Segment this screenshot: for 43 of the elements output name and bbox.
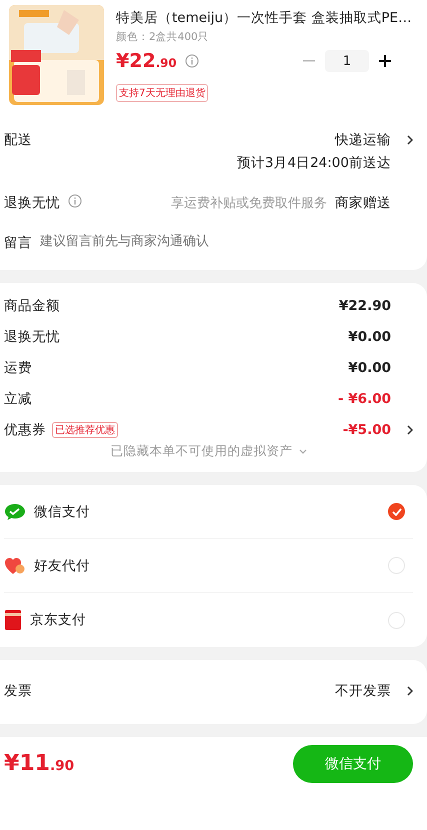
row-label: 退换无忧 (4, 328, 60, 346)
delivery-method[interactable]: 快递运输 (335, 131, 391, 149)
service-hint: 享运费补贴或免费取件服务 (171, 195, 327, 212)
message-field[interactable]: 建议留言前先与商家沟通确认 (40, 234, 405, 249)
product-price: ¥22.90 (116, 50, 177, 72)
amount-value: - ¥6.00 (338, 391, 391, 407)
checkmark-icon (392, 508, 402, 516)
delivery-estimate: 预计3月4日24:00前送达 (236, 154, 391, 172)
amount-value: ¥0.00 (348, 360, 391, 376)
payment-option[interactable]: 微信支付 (34, 502, 90, 520)
invoice-value[interactable]: 不开发票 (335, 682, 391, 700)
total-price: ¥11.90 (4, 751, 74, 776)
row-label: 留言 (4, 234, 32, 252)
plus-icon[interactable] (379, 55, 391, 67)
info-icon[interactable] (184, 54, 199, 68)
row-label: 商品金额 (4, 297, 60, 315)
amount-value: -¥5.00 (342, 422, 391, 438)
chevron-icon[interactable] (407, 425, 413, 435)
amount-value: ¥22.90 (338, 298, 391, 314)
chat-bubble-icon (4, 502, 26, 520)
amount-value: ¥0.00 (348, 329, 391, 345)
coupon-tag: 已选推荐优惠 (52, 422, 118, 438)
chevron-icon[interactable] (407, 686, 413, 696)
caret-down-icon[interactable] (298, 449, 306, 454)
quantity-field[interactable]: 1 (325, 50, 369, 72)
minus-icon[interactable] (303, 60, 315, 62)
variant-text: 颜色：2盒共400只 (116, 30, 210, 44)
row-label: 运费 (4, 359, 32, 377)
row-label: 配送 (4, 131, 32, 149)
radio-button[interactable] (388, 503, 405, 520)
payment-option[interactable]: 好友代付 (34, 556, 90, 574)
row-label: 退换无忧 (4, 194, 60, 212)
product-title: 特美居（temeiju）一次性手套 盒装抽取式PE… (116, 9, 413, 27)
row-label: 优惠券 (4, 421, 46, 439)
heart-icon (4, 556, 26, 576)
info-icon[interactable] (68, 194, 82, 208)
chevron-icon[interactable] (407, 135, 413, 145)
row-label: 立减 (4, 390, 32, 408)
return-policy-tag: 支持7天无理由退货 (116, 84, 208, 102)
row-label: 发票 (4, 682, 32, 700)
service-value: 商家赠送 (335, 194, 391, 212)
payment-option[interactable]: 京东支付 (30, 611, 86, 629)
card-icon (4, 609, 22, 631)
